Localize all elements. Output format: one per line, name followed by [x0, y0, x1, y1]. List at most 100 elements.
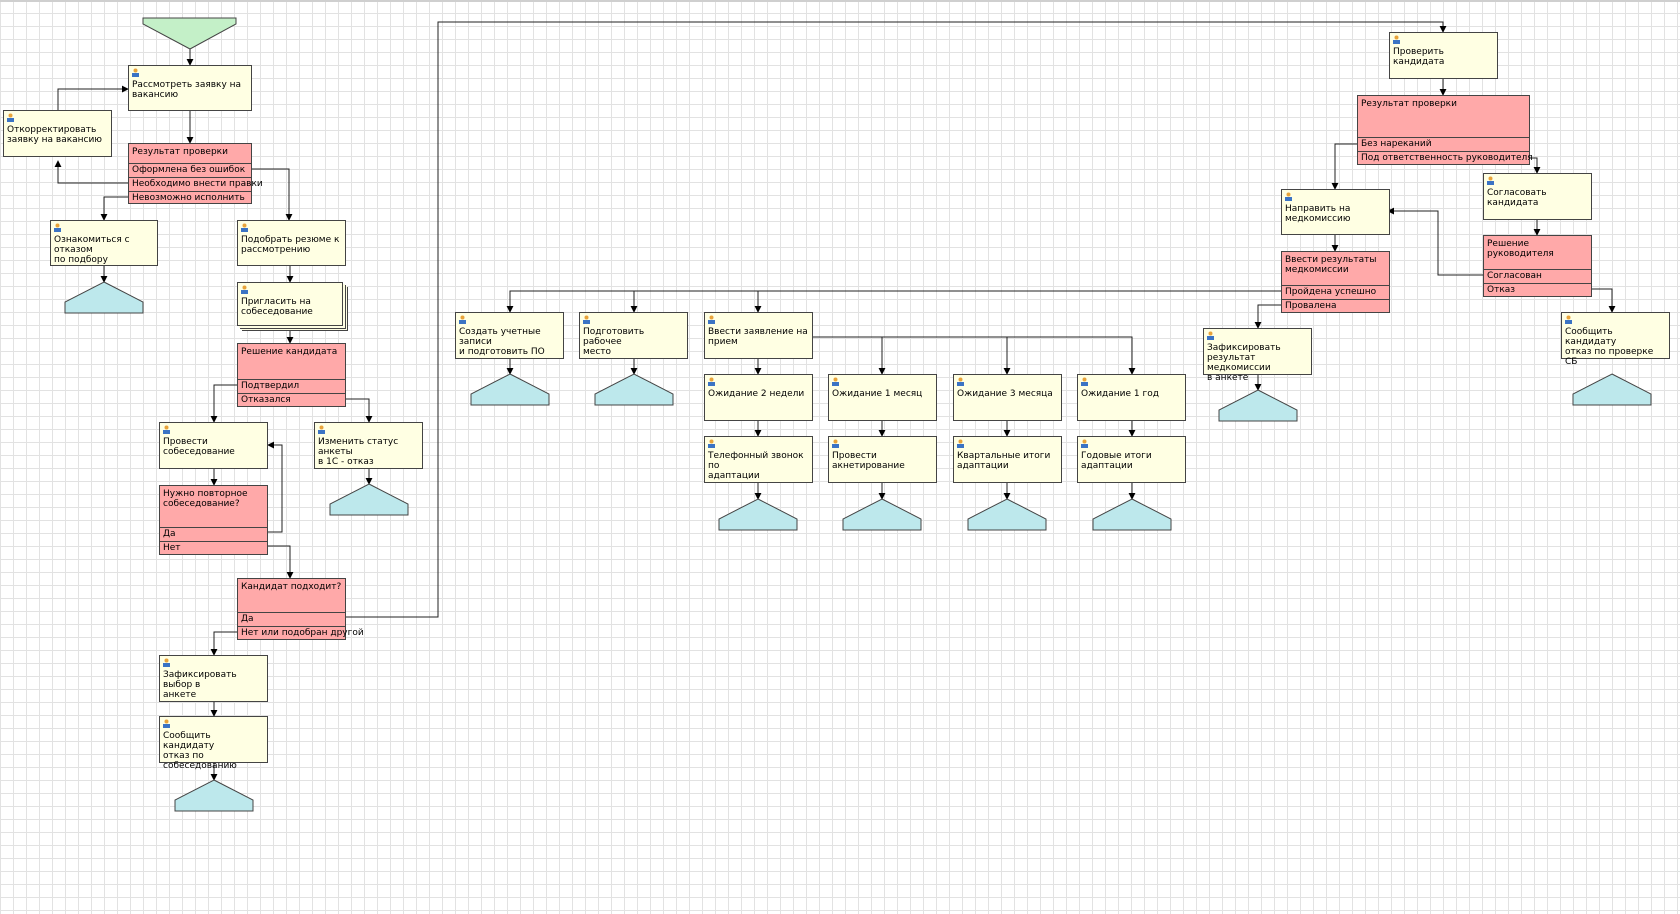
task-create-accounts[interactable]: Создать учетные записи и подготовить ПО: [455, 312, 564, 359]
task-label: Ожидание 3 месяца: [957, 389, 1053, 399]
task-wait-2-weeks[interactable]: Ожидание 2 недели: [704, 374, 813, 421]
user-icon: [1207, 331, 1214, 340]
user-icon: [163, 658, 170, 667]
decision-option[interactable]: Отказ: [1484, 283, 1591, 296]
task-label: Провести собеседование: [163, 437, 235, 457]
diagram-canvas[interactable]: Рассмотреть заявку на вакансию Откоррект…: [0, 0, 1680, 914]
start-event: [142, 17, 237, 50]
decision-title: Нужно повторное собеседование?: [163, 489, 248, 509]
user-icon: [241, 223, 248, 232]
connector: [54, 160, 128, 184]
connector: [266, 441, 283, 533]
task-enter-application[interactable]: Ввести заявление на прием: [704, 312, 813, 359]
task-label: Согласовать кандидата: [1487, 188, 1547, 208]
task-label: Годовые итоги адаптации: [1081, 451, 1152, 471]
end-event: [174, 779, 254, 812]
user-icon: [132, 68, 139, 77]
user-icon: [957, 377, 964, 386]
task-check-candidate[interactable]: Проверить кандидата: [1389, 32, 1498, 79]
decision-option[interactable]: Нет или подобран другой: [238, 626, 364, 639]
task-label: Пригласить на собеседование: [241, 297, 313, 317]
user-icon: [459, 315, 466, 324]
task-record-choice[interactable]: Зафиксировать выбор в анкете: [159, 655, 268, 702]
task-approve-candidate[interactable]: Согласовать кандидата: [1483, 173, 1592, 220]
decision-option[interactable]: Невозможно исполнить: [129, 191, 251, 204]
decision-title: Результат проверки: [132, 147, 228, 157]
decision-option[interactable]: Под ответственность руководителя: [1358, 151, 1533, 164]
decision-title: Результат проверки: [1361, 99, 1457, 109]
task-label: Ожидание 1 год: [1081, 389, 1159, 399]
task-label: Проверить кандидата: [1393, 47, 1445, 67]
user-icon: [957, 439, 964, 448]
end-event: [470, 373, 550, 406]
task-record-medical[interactable]: Зафиксировать результат медкомиссии в ан…: [1203, 328, 1312, 383]
connector: [1387, 207, 1483, 276]
decision-option[interactable]: Отказался: [238, 393, 345, 406]
task-label: Ввести заявление на прием: [708, 327, 808, 347]
user-icon: [583, 315, 590, 324]
decision-repeat-interview[interactable]: Нужно повторное собеседование? Да Нет: [159, 485, 268, 555]
connector: [506, 290, 1281, 313]
task-wait-3-months[interactable]: Ожидание 3 месяца: [953, 374, 1062, 421]
decision-option[interactable]: Пройдена успешно: [1282, 285, 1389, 298]
decision-candidate-decision[interactable]: Решение кандидата Подтвердил Отказался: [237, 343, 346, 407]
task-send-medical[interactable]: Направить на медкомиссию: [1281, 189, 1390, 235]
task-phone-call[interactable]: Телефонный звонок по адаптации: [704, 436, 813, 483]
end-event: [1092, 498, 1172, 531]
connector: [1331, 143, 1357, 190]
connector: [210, 384, 238, 423]
decision-verification-result[interactable]: Результат проверки Без нареканий Под отв…: [1357, 95, 1533, 165]
task-notify-refusal-interview[interactable]: Сообщить кандидату отказ по собеседовани…: [159, 716, 268, 771]
connector: [57, 85, 129, 110]
decision-option[interactable]: Необходимо внести правки: [129, 177, 263, 190]
decision-manager-decision[interactable]: Решение руководителя Согласован Отказ: [1483, 235, 1592, 297]
user-icon: [832, 439, 839, 448]
task-correct-request[interactable]: Откорректировать заявку на вакансию: [3, 110, 112, 157]
end-event: [1218, 389, 1298, 422]
decision-title: Ввести результаты медкомиссии: [1285, 255, 1377, 275]
task-invite-interview[interactable]: Пригласить на собеседование: [237, 282, 343, 326]
task-conduct-interview[interactable]: Провести собеседование: [159, 422, 268, 469]
decision-medical-results[interactable]: Ввести результаты медкомиссии Пройдена у…: [1281, 251, 1390, 313]
task-read-refusal[interactable]: Ознакомиться с отказом по подбору: [50, 220, 158, 266]
decision-option[interactable]: Без нареканий: [1358, 137, 1529, 150]
task-review-request[interactable]: Рассмотреть заявку на вакансию: [128, 65, 252, 111]
decision-option[interactable]: Оформлена без ошибок: [129, 163, 251, 176]
end-event: [718, 498, 798, 531]
user-icon: [1081, 439, 1088, 448]
task-prepare-workplace[interactable]: Подготовить рабочее место: [579, 312, 688, 359]
end-event: [64, 281, 144, 314]
task-change-status[interactable]: Изменить статус анкеты в 1С - отказ: [314, 422, 423, 469]
decision-option[interactable]: Да: [160, 527, 267, 540]
decision-check-result[interactable]: Результат проверки Оформлена без ошибок …: [128, 143, 263, 204]
task-label: Зафиксировать результат медкомиссии в ан…: [1207, 343, 1281, 383]
end-event: [842, 498, 922, 531]
user-icon: [832, 377, 839, 386]
task-label: Провести акнетирование: [832, 451, 905, 471]
connector: [266, 545, 294, 579]
task-notify-refusal-sb[interactable]: Сообщить кандидату отказ по проверке СБ: [1561, 312, 1670, 367]
task-annual-results[interactable]: Годовые итоги адаптации: [1077, 436, 1186, 483]
decision-title: Кандидат подходит?: [241, 582, 342, 592]
user-icon: [708, 439, 715, 448]
task-label: Создать учетные записи и подготовить ПО: [459, 327, 545, 357]
decision-option[interactable]: Провалена: [1282, 299, 1389, 312]
task-label: Изменить статус анкеты в 1С - отказ: [318, 437, 399, 467]
decision-candidate-fits[interactable]: Кандидат подходит? Да Нет или подобран д…: [237, 578, 364, 640]
connector: [346, 398, 373, 423]
task-wait-1-month[interactable]: Ожидание 1 месяц: [828, 374, 937, 421]
task-wait-1-year[interactable]: Ожидание 1 год: [1077, 374, 1186, 421]
task-label: Направить на медкомиссию: [1285, 204, 1351, 224]
decision-option[interactable]: Подтвердил: [238, 379, 345, 392]
decision-option[interactable]: Да: [238, 612, 345, 625]
task-label: Подобрать резюме к рассмотрению: [241, 235, 340, 255]
task-survey[interactable]: Провести акнетирование: [828, 436, 937, 483]
decision-option[interactable]: Согласован: [1484, 269, 1591, 282]
task-quarterly-results[interactable]: Квартальные итоги адаптации: [953, 436, 1062, 483]
task-select-resumes[interactable]: Подобрать резюме к рассмотрению: [237, 220, 346, 266]
decision-option[interactable]: Нет: [160, 541, 267, 554]
user-icon: [708, 315, 715, 324]
user-icon: [54, 223, 61, 232]
task-label: Ожидание 1 месяц: [832, 389, 923, 399]
connector: [1254, 304, 1281, 329]
